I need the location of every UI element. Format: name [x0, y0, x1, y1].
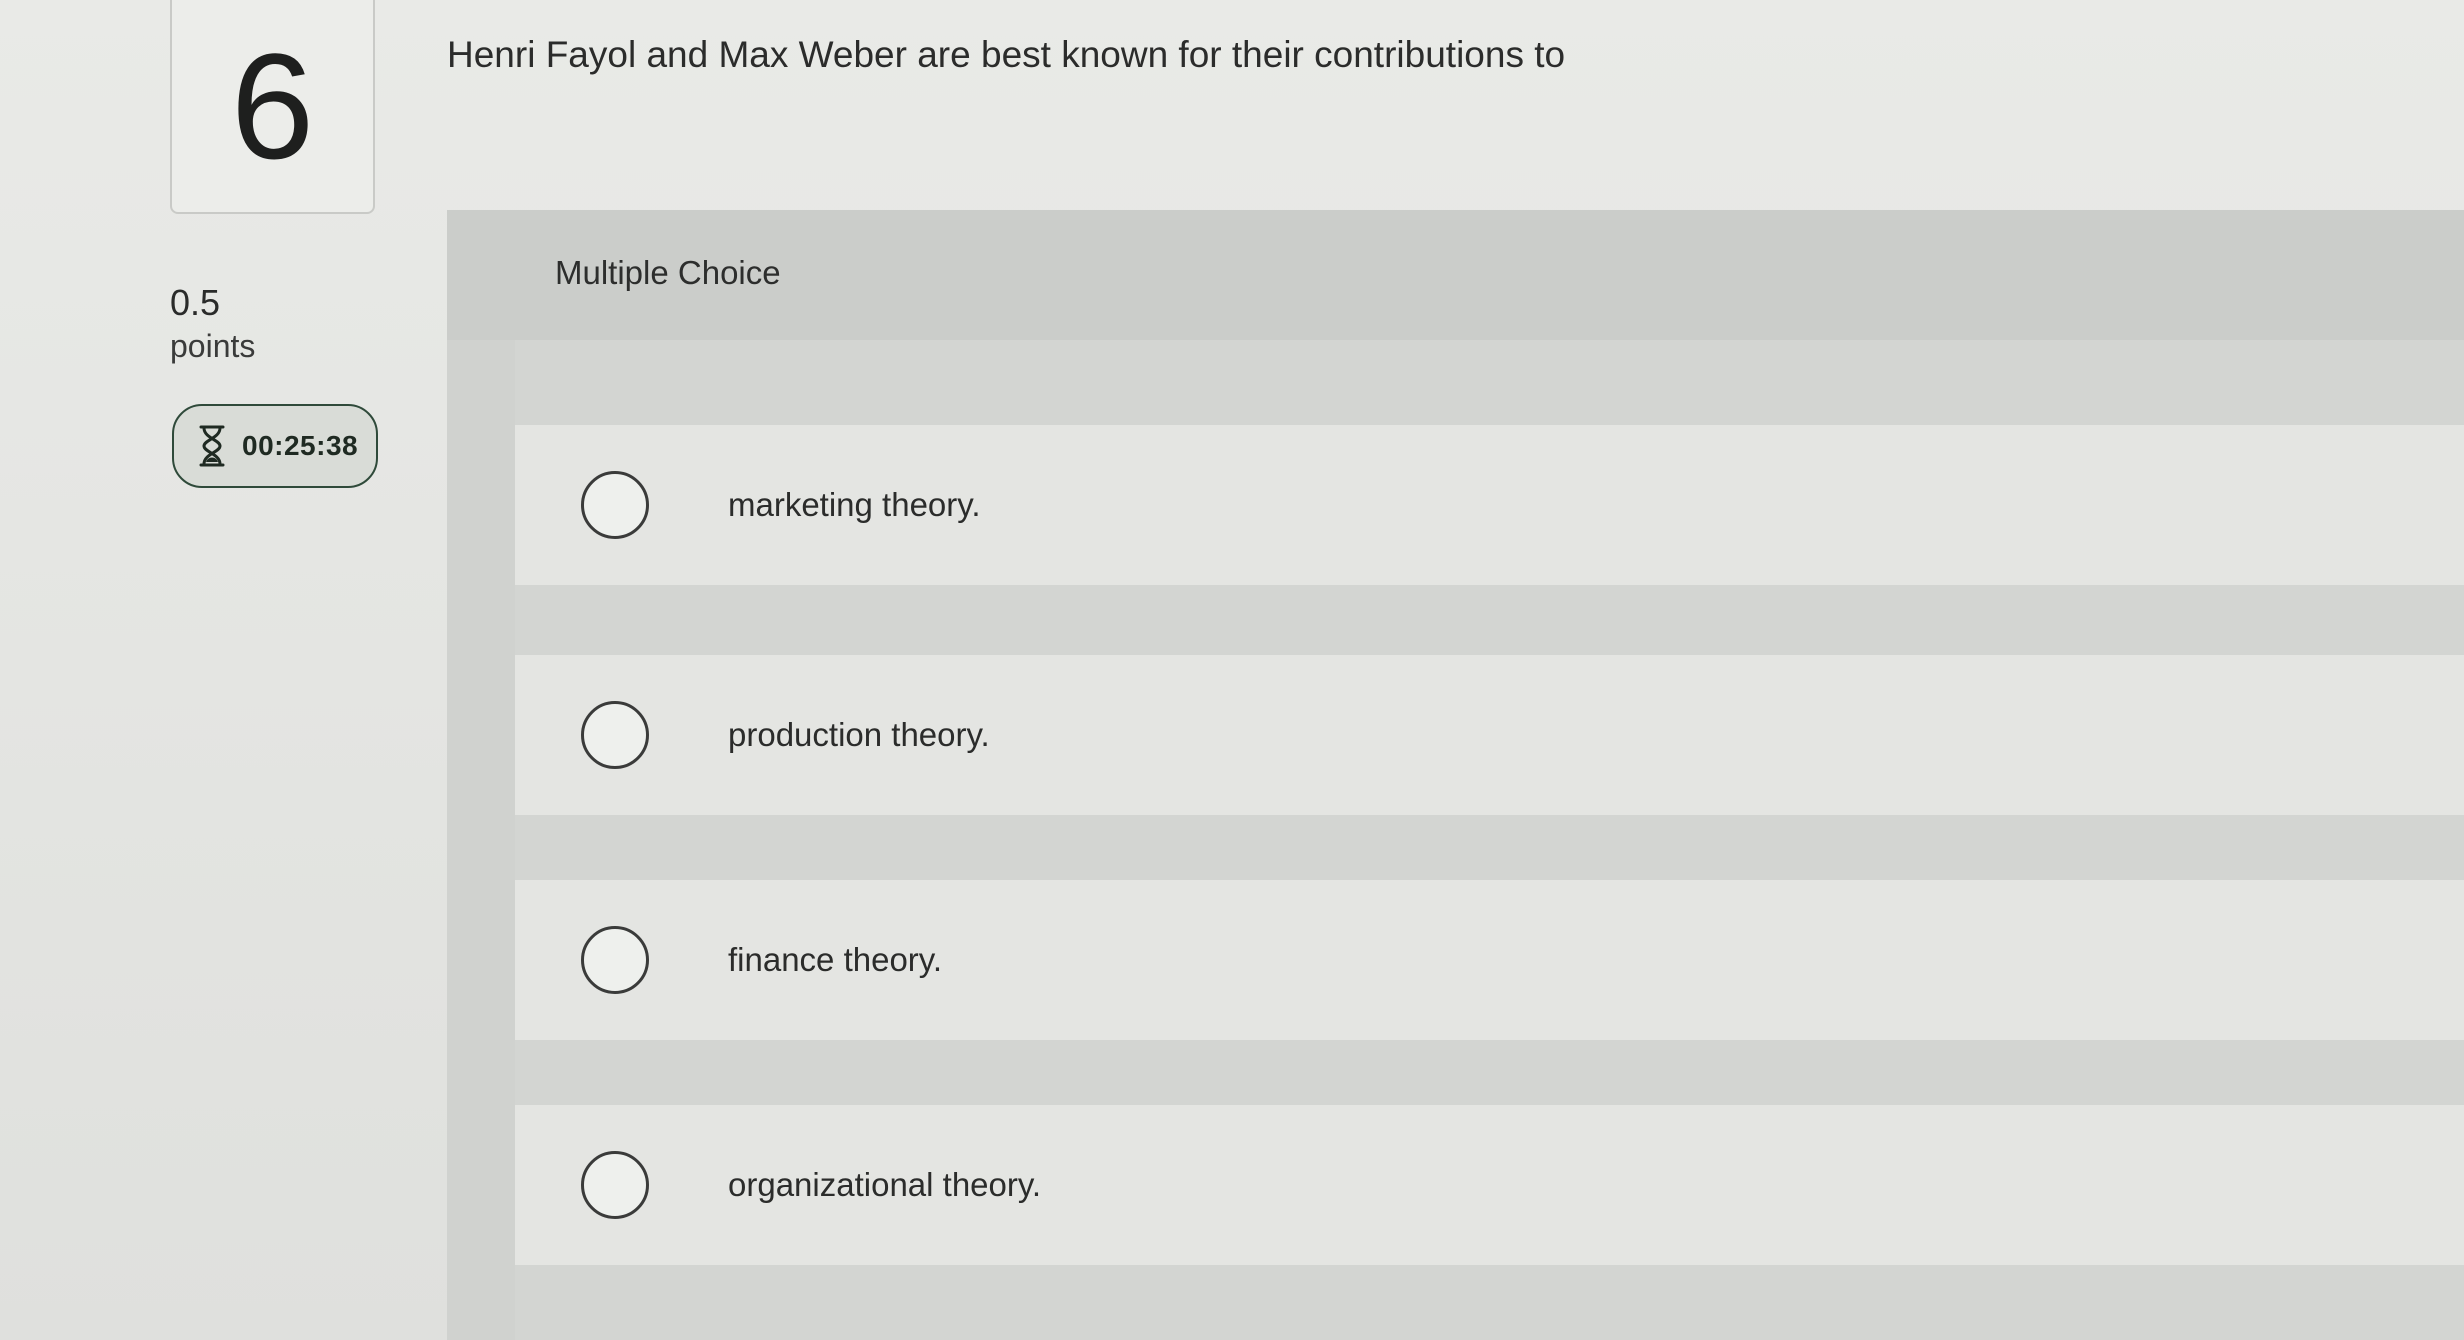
answer-option-2[interactable]: production theory. — [515, 655, 2464, 815]
radio-button[interactable] — [581, 471, 649, 539]
answer-option-3[interactable]: finance theory. — [515, 880, 2464, 1040]
timer-badge[interactable]: 00:25:38 — [172, 404, 378, 488]
question-number: 6 — [230, 22, 315, 190]
radio-button[interactable] — [581, 701, 649, 769]
points-value: 0.5 — [170, 282, 221, 323]
option-label: organizational theory. — [728, 1166, 1042, 1203]
hourglass-icon — [199, 425, 225, 467]
radio-button[interactable] — [581, 926, 649, 994]
answer-option-1[interactable]: marketing theory. — [515, 425, 2464, 585]
option-label: production theory. — [728, 716, 990, 753]
question-number-box: 6 — [170, 0, 375, 214]
panel-left-strip — [447, 340, 515, 1340]
answer-option-4[interactable]: organizational theory. — [515, 1105, 2464, 1265]
option-label: marketing theory. — [728, 486, 981, 523]
option-label: finance theory. — [728, 941, 943, 978]
timer-text: 00:25:38 — [242, 430, 359, 461]
question-type-label: Multiple Choice — [555, 254, 781, 291]
question-text: Henri Fayol and Max Weber are best known… — [447, 34, 1566, 75]
radio-button[interactable] — [581, 1151, 649, 1219]
points-label: points — [170, 328, 256, 364]
